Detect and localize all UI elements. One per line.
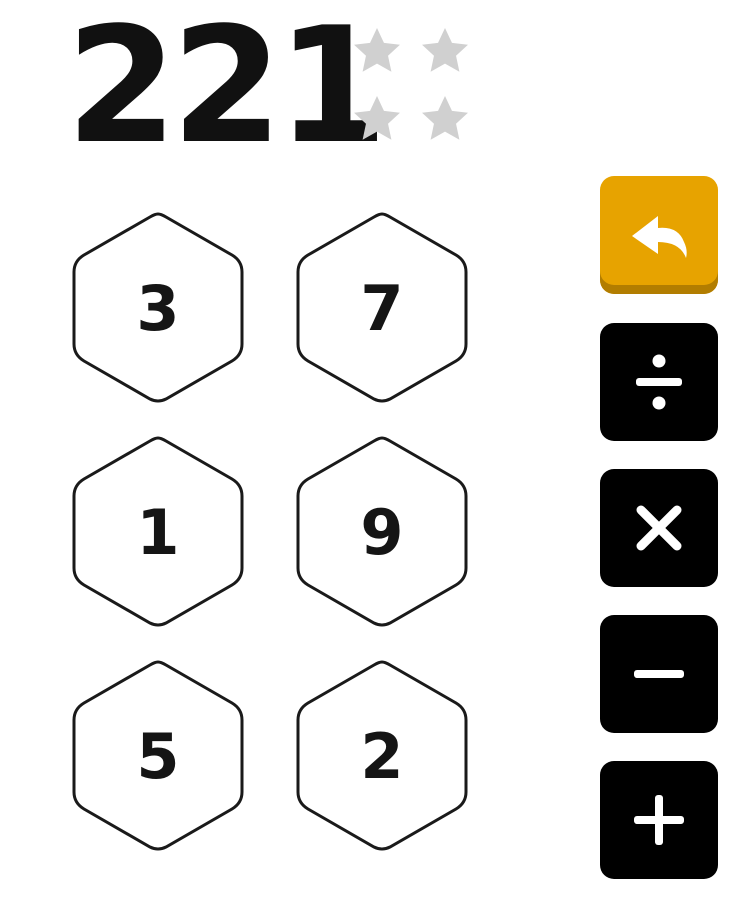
- subtract-button[interactable]: [600, 615, 718, 733]
- multiply-icon: [636, 505, 682, 551]
- number-tile[interactable]: 5: [70, 658, 246, 854]
- number-tile[interactable]: 2: [294, 658, 470, 854]
- undo-button[interactable]: [600, 176, 718, 294]
- number-tile[interactable]: 9: [294, 434, 470, 630]
- number-tiles: 3 7 1 9 5 2: [0, 0, 520, 900]
- multiply-button[interactable]: [600, 469, 718, 587]
- tile-value: 2: [360, 719, 404, 793]
- divide-button[interactable]: [600, 323, 718, 441]
- tile-value: 1: [136, 495, 180, 569]
- minus-icon: [634, 670, 684, 678]
- tile-value: 7: [360, 271, 404, 345]
- number-tile[interactable]: 3: [70, 210, 246, 406]
- undo-arrow-icon: [632, 216, 687, 258]
- plus-icon: [634, 795, 684, 845]
- add-button[interactable]: [600, 761, 718, 879]
- number-tile[interactable]: 7: [294, 210, 470, 406]
- tile-value: 9: [360, 495, 404, 569]
- divide-icon: [636, 354, 682, 410]
- operator-panel: [600, 176, 720, 886]
- tile-value: 5: [136, 719, 180, 793]
- tile-value: 3: [136, 271, 180, 345]
- number-tile[interactable]: 1: [70, 434, 246, 630]
